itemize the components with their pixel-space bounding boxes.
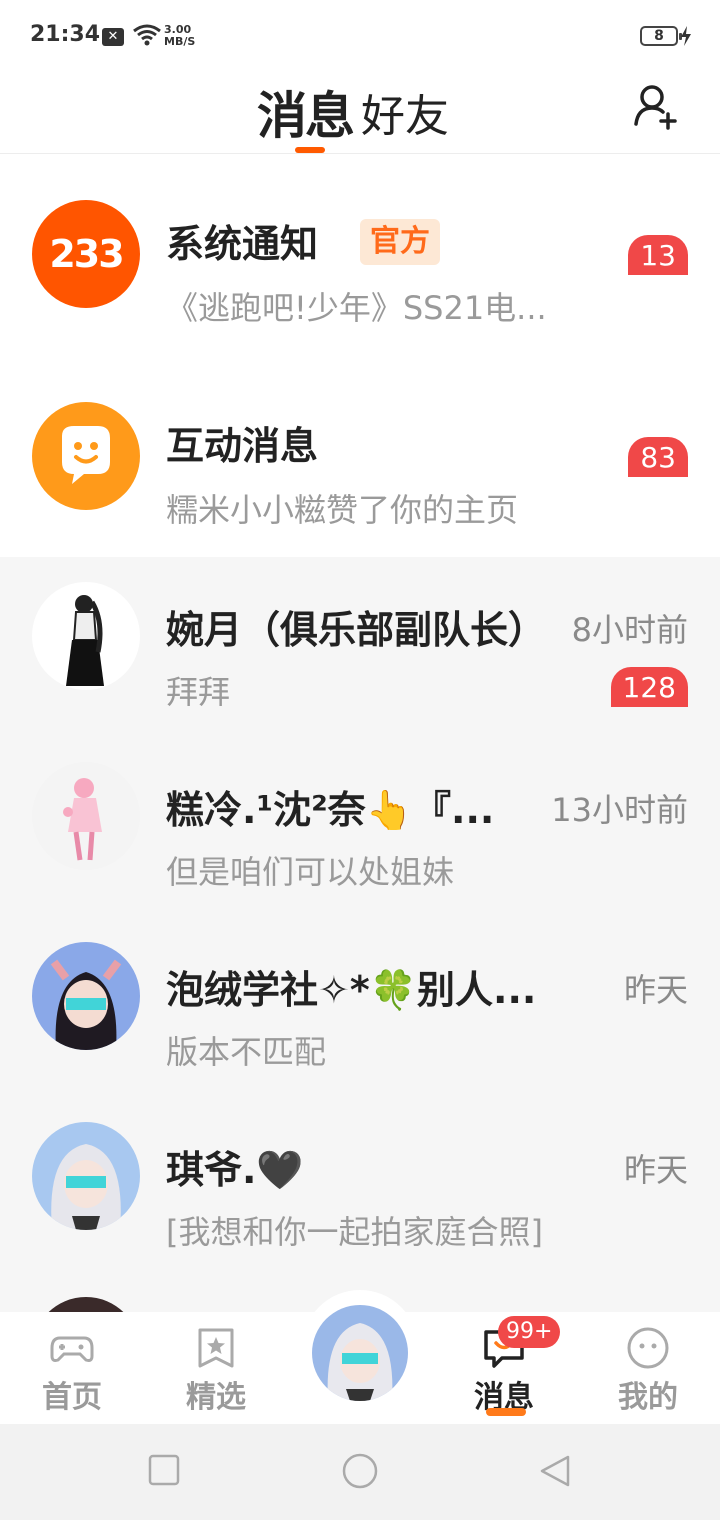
avatar-face-icon — [50, 959, 122, 1050]
battery-level: 8 — [654, 28, 664, 44]
nav-home-label: 首页 — [42, 1380, 102, 1415]
add-person-icon[interactable] — [632, 82, 680, 130]
network-speed-unit: MB/S — [164, 35, 196, 48]
interaction-avatar — [32, 402, 140, 510]
user-avatar — [32, 1122, 140, 1230]
avatar-figure-icon — [63, 778, 102, 861]
nav-messages[interactable]: 99+ 消息 — [454, 1312, 561, 1424]
avatar-face-icon — [51, 1144, 121, 1230]
list-item-chat[interactable]: 泡绒学社✧*🍀别人... 昨天 版本不匹配 — [0, 917, 720, 1097]
conversation-preview: [我想和你一起拍家庭合照] — [166, 1213, 543, 1251]
user-avatar[interactable] — [32, 1297, 140, 1312]
unread-badge: 128 — [610, 667, 688, 707]
conversation-name: 糕冷.¹沈²奈👆『... — [166, 788, 495, 832]
conversation-preview: 但是咱们可以处姐妹 — [166, 853, 455, 891]
messages-badge: 99+ — [498, 1316, 561, 1348]
nav-mine-label: 我的 — [618, 1380, 678, 1415]
nav-mine[interactable]: 我的 — [598, 1312, 698, 1424]
conversation-time: 8小时前 — [571, 611, 688, 649]
conversation-preview: 拜拜 — [166, 673, 231, 711]
notification-x-icon: ✕ — [102, 28, 124, 46]
avatar-logo-text: 233 — [49, 232, 124, 276]
charging-icon — [681, 26, 691, 46]
star-bookmark-icon — [198, 1328, 234, 1368]
nav-home[interactable]: 首页 — [22, 1312, 122, 1424]
official-message-list: 233 系统通知 官方 《逃跑吧!少年》SS21电... 13 互动消息 糯米小… — [0, 155, 720, 557]
unread-badge: 13 — [628, 235, 688, 275]
user-avatar — [32, 762, 140, 870]
back-button-icon[interactable] — [538, 1454, 572, 1488]
user-avatar — [32, 942, 140, 1050]
chat-bubble-face-icon — [62, 426, 110, 484]
conversation-preview: 糯米小小糍赞了你的主页 — [166, 491, 519, 529]
smiley-face-icon — [627, 1327, 669, 1369]
user-avatar — [32, 582, 140, 690]
system-notice-avatar: 233 — [32, 200, 140, 308]
wifi-icon — [133, 24, 161, 46]
unread-badge: 83 — [628, 437, 688, 477]
list-item-chat[interactable]: 糕冷.¹沈²奈👆『... 13小时前 但是咱们可以处姐妹 — [0, 737, 720, 917]
nav-featured[interactable]: 精选 — [166, 1312, 266, 1424]
tab-friends[interactable]: 好友 — [361, 80, 449, 144]
active-tab-indicator — [295, 147, 325, 153]
avatar-figure-icon — [66, 595, 104, 686]
network-speed: 3.00 MB/S — [164, 24, 195, 48]
conversation-time: 昨天 — [623, 971, 688, 1009]
official-tag: 官方 — [360, 219, 440, 265]
list-item-interaction[interactable]: 互动消息 糯米小小糍赞了你的主页 83 — [0, 357, 720, 537]
battery-icon: 8 — [640, 26, 682, 46]
conversation-name: 互动消息 — [166, 424, 319, 468]
conversation-name: 系统通知 — [166, 222, 319, 266]
center-avatar-button[interactable] — [312, 1305, 408, 1401]
list-item-system-notice[interactable]: 233 系统通知 官方 《逃跑吧!少年》SS21电... 13 — [0, 155, 720, 335]
list-item-chat[interactable]: 琪爷.🖤 昨天 [我想和你一起拍家庭合照] — [0, 1097, 720, 1277]
chat-list: 婉月（俱乐部副队长） 8小时前 拜拜 128 糕冷.¹沈²奈👆『... 13小时… — [0, 557, 720, 1312]
conversation-preview: 《逃跑吧!少年》SS21电... — [166, 289, 547, 327]
nav-featured-label: 精选 — [186, 1380, 246, 1415]
home-button-icon[interactable] — [341, 1452, 379, 1490]
conversation-name: 琪爷.🖤 — [166, 1148, 304, 1192]
gamepad-icon — [50, 1336, 94, 1362]
conversation-time: 13小时前 — [551, 791, 688, 829]
status-bar: 21:34 ✕ 3.00 MB/S 8 — [0, 0, 720, 70]
conversation-preview: 版本不匹配 — [166, 1033, 327, 1071]
list-item-chat[interactable]: 婉月（俱乐部副队长） 8小时前 拜拜 128 — [0, 557, 720, 737]
top-header: 消息 好友 — [0, 70, 720, 154]
conversation-name: 泡绒学社✧*🍀别人... — [166, 968, 537, 1012]
avatar-face-icon — [312, 1305, 408, 1401]
system-navigation-bar — [0, 1424, 720, 1520]
tab-messages[interactable]: 消息 — [257, 76, 355, 148]
nav-active-indicator — [486, 1408, 526, 1416]
conversation-name: 婉月（俱乐部副队长） — [166, 608, 546, 652]
status-time: 21:34 — [30, 22, 101, 47]
recent-apps-icon[interactable] — [148, 1454, 180, 1486]
conversation-time: 昨天 — [623, 1151, 688, 1189]
